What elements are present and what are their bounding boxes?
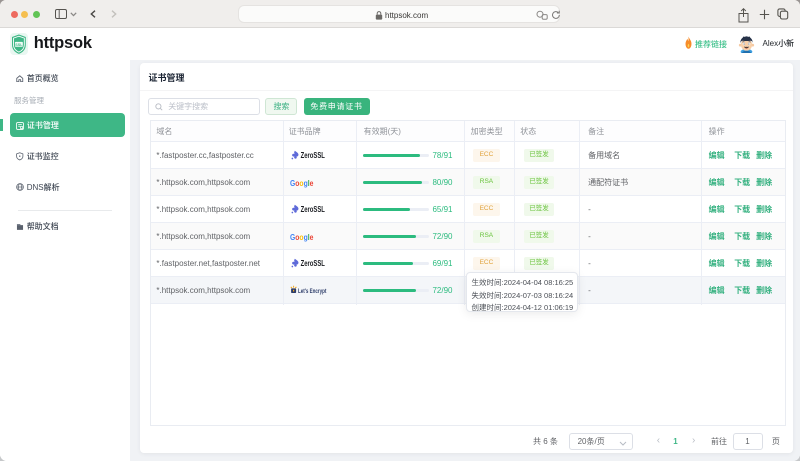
svg-text:SSL: SSL: [15, 42, 23, 46]
svg-text:Let's Encrypt: Let's Encrypt: [298, 288, 327, 295]
svg-text:Google: Google: [290, 232, 314, 242]
svg-text:ZeroSSL: ZeroSSL: [300, 259, 324, 268]
svg-text:Google: Google: [290, 178, 314, 188]
svg-text:ZeroSSL: ZeroSSL: [300, 205, 324, 214]
svg-text:ZeroSSL: ZeroSSL: [300, 151, 324, 160]
